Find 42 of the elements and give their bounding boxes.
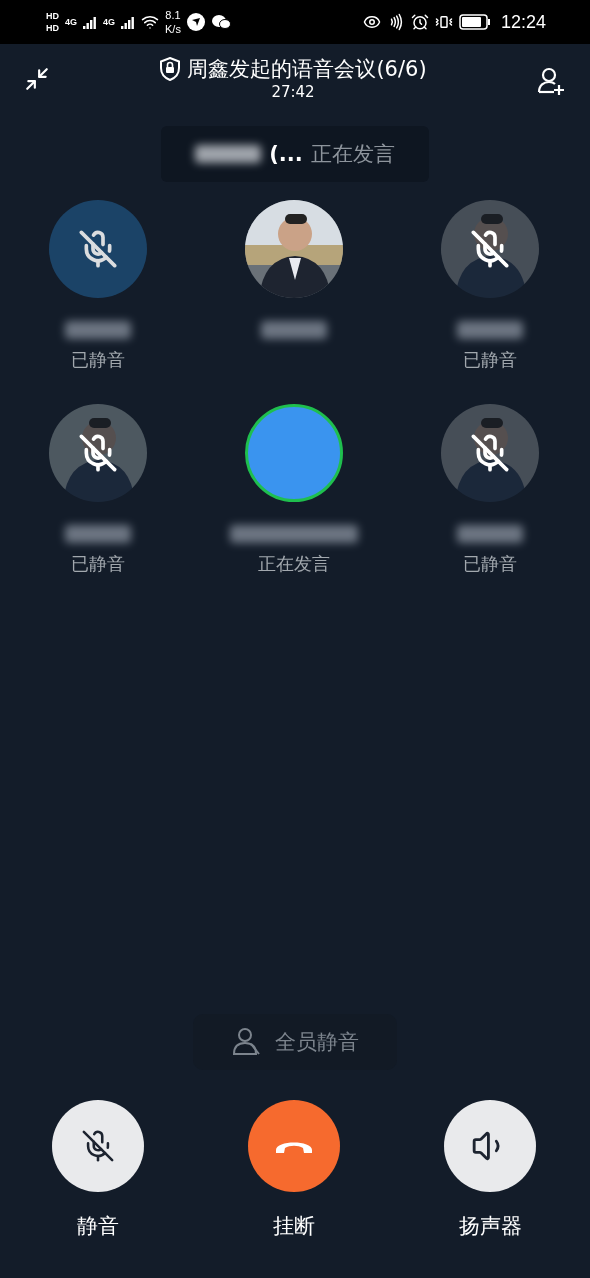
eye-icon [362, 13, 381, 31]
sim-label: HD [46, 11, 59, 21]
participant-status: 已静音 [71, 552, 125, 576]
sim-label: HD [46, 23, 59, 33]
network-label: 4G [65, 17, 77, 27]
network-label: 4G [103, 17, 116, 27]
wifi-icon [141, 13, 160, 31]
muted-mic-icon [470, 229, 510, 269]
blurred-name [457, 321, 523, 339]
app-notification-icon [186, 13, 205, 31]
clock-time: 12:24 [500, 11, 546, 33]
blurred-name [65, 525, 131, 543]
control-label: 静音 [77, 1213, 119, 1240]
blurred-name [261, 321, 327, 339]
blurred-name [195, 145, 262, 163]
signal-icon [83, 15, 97, 29]
call-duration: 27:42 [271, 82, 315, 102]
speed-unit: K/s [165, 23, 181, 35]
shield-lock-icon [159, 57, 182, 81]
chat-icon [210, 13, 231, 31]
blurred-name [65, 321, 131, 339]
signal-icon [121, 15, 136, 29]
call-title: 周鑫发起的语音会议(6/6) [187, 56, 427, 82]
mic-off-icon [81, 1129, 115, 1163]
muted-mic-icon [470, 433, 510, 473]
participant-status: 已静音 [463, 348, 517, 372]
blurred-name [457, 525, 523, 543]
speaking-status: 正在发言 [310, 141, 395, 168]
mute-all-icon [231, 1026, 263, 1058]
muted-mic-icon [78, 433, 118, 473]
control-label: 扬声器 [458, 1213, 522, 1240]
battery-icon [458, 14, 491, 30]
participant-status: 已静音 [463, 552, 517, 576]
participant-status: 已静音 [71, 348, 125, 372]
control-label: 挂断 [273, 1213, 315, 1240]
alarm-icon [410, 13, 429, 31]
speaker-name: (... [269, 142, 303, 166]
vibrate-icon [434, 13, 453, 31]
network-speed: 8.1 [165, 9, 181, 21]
muted-mic-icon [78, 229, 118, 269]
participant-status: 正在发言 [258, 552, 330, 576]
mute-all-button[interactable]: 全员静音 [193, 1014, 397, 1070]
